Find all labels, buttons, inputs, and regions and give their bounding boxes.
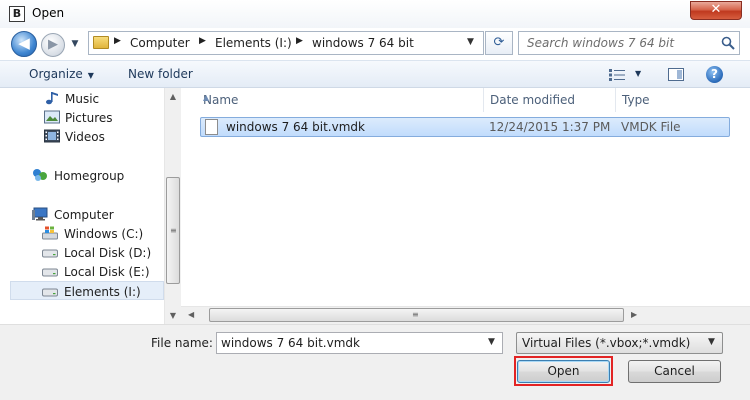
homegroup-icon	[33, 169, 47, 181]
pictures-icon	[44, 110, 60, 124]
sidebar-item-label: Local Disk (E:)	[64, 265, 150, 279]
sidebar-item-music[interactable]: Music	[0, 89, 164, 108]
search-input[interactable]: Search windows 7 64 bit	[518, 31, 740, 55]
file-type-cell: VMDK File	[621, 120, 681, 134]
chevron-down-icon: ▼	[87, 71, 94, 80]
videos-icon	[44, 129, 60, 143]
app-icon: B	[9, 6, 25, 22]
scroll-left-icon[interactable]: ◀	[188, 310, 194, 319]
file-date-cell: 12/24/2015 1:37 PM	[489, 120, 611, 134]
drive-icon	[42, 249, 58, 258]
sidebar-item-elements-i[interactable]: Elements (I:)	[10, 281, 164, 300]
search-placeholder: Search windows 7 64 bit	[527, 36, 675, 50]
sidebar-item-label: Videos	[65, 130, 105, 144]
close-button[interactable]: ✕	[690, 1, 742, 20]
recent-locations-dropdown[interactable]: ▼	[69, 38, 81, 50]
refresh-button[interactable]: ⟳	[485, 31, 513, 55]
table-row[interactable]: windows 7 64 bit.vmdk 12/24/2015 1:37 PM…	[200, 117, 730, 137]
scroll-thumb[interactable]: ≡	[166, 177, 180, 284]
sidebar-item-computer[interactable]: Computer	[0, 205, 164, 224]
column-header-type[interactable]: Type	[616, 88, 736, 112]
drive-icon	[42, 268, 58, 277]
file-name-label: File name:	[151, 336, 213, 350]
column-header-label: Date modified	[490, 93, 576, 107]
file-name-dropdown-icon[interactable]: ▼	[488, 337, 495, 347]
forward-button[interactable]: ▶	[41, 33, 65, 57]
organize-button[interactable]: Organize ▼	[29, 67, 94, 81]
open-dialog: B Open ✕ ◀ ▶ ▼ ▶ Computer ▶ Elements (I:…	[0, 0, 750, 400]
file-name-input[interactable]	[216, 332, 503, 354]
breadcrumb-elements[interactable]: Elements (I:)	[215, 36, 292, 50]
cancel-button[interactable]: Cancel	[628, 360, 721, 383]
scroll-thumb[interactable]: ≡	[209, 308, 624, 322]
preview-pane-icon[interactable]	[668, 68, 684, 81]
sort-ascending-icon: ▲	[203, 93, 210, 102]
music-icon	[46, 92, 58, 105]
sidebar-item-label: Pictures	[65, 111, 113, 125]
file-type-filter[interactable]: Virtual Files (*.vbox;*.vmdk) ▼	[516, 332, 723, 354]
highlight-annotation	[514, 356, 613, 386]
window-title: Open	[32, 6, 65, 20]
sidebar-item-videos[interactable]: Videos	[0, 127, 164, 146]
column-header-label: Type	[622, 93, 650, 107]
sidebar-item-label: Local Disk (D:)	[64, 246, 152, 260]
grip-icon: ≡	[412, 310, 419, 319]
view-dropdown-icon[interactable]: ▼	[635, 69, 641, 78]
breadcrumb-separator[interactable]: ▶	[114, 36, 121, 46]
help-icon[interactable]: ?	[706, 66, 723, 83]
folder-icon	[93, 36, 109, 49]
scroll-down-icon[interactable]: ▼	[165, 307, 181, 324]
breadcrumb-current-folder[interactable]: windows 7 64 bit	[312, 36, 414, 50]
organize-label: Organize	[29, 67, 83, 81]
column-header-name[interactable]: Name ▲	[197, 88, 484, 112]
scroll-up-icon[interactable]: ▲	[165, 88, 181, 105]
scroll-right-icon[interactable]: ▶	[631, 310, 637, 319]
address-bar[interactable]: ▶ Computer ▶ Elements (I:) ▶ windows 7 6…	[88, 31, 484, 55]
address-dropdown-icon[interactable]: ▼	[467, 37, 474, 47]
view-options-icon[interactable]	[609, 69, 625, 81]
sidebar-item-homegroup[interactable]: Homegroup	[0, 166, 164, 185]
grip-icon: ≡	[170, 226, 177, 235]
windows-drive-icon	[42, 226, 58, 240]
file-type-filter-value: Virtual Files (*.vbox;*.vmdk)	[522, 336, 691, 350]
navigation-pane: Music Pictures Videos Homegroup Computer…	[0, 88, 180, 324]
file-icon	[205, 119, 218, 135]
sidebar-item-label: Music	[65, 92, 100, 106]
search-icon[interactable]	[721, 36, 735, 50]
column-header-date-modified[interactable]: Date modified	[484, 88, 616, 112]
computer-icon	[32, 207, 48, 221]
file-list-scrollbar[interactable]: ◀ ≡ ▶	[181, 306, 750, 324]
sidebar-item-windows-c[interactable]: Windows (C:)	[0, 224, 164, 243]
chevron-down-icon: ▼	[708, 337, 715, 347]
sidebar-item-label: Computer	[54, 208, 114, 222]
breadcrumb-separator[interactable]: ▶	[296, 36, 303, 46]
navigation-bar: ◀ ▶ ▼ ▶ Computer ▶ Elements (I:) ▶ windo…	[0, 28, 750, 60]
sidebar-item-pictures[interactable]: Pictures	[0, 108, 164, 127]
title-bar: B Open ✕	[0, 0, 750, 28]
new-folder-button[interactable]: New folder	[128, 67, 193, 81]
file-name-cell: windows 7 64 bit.vmdk	[226, 120, 365, 134]
sidebar-item-label: Homegroup	[54, 169, 125, 183]
navigation-pane-scrollbar[interactable]: ▲ ≡ ▼	[164, 88, 181, 324]
sidebar-item-label: Elements (I:)	[64, 285, 141, 299]
sidebar-item-label: Windows (C:)	[64, 227, 144, 241]
sidebar-item-local-disk-e[interactable]: Local Disk (E:)	[0, 262, 164, 281]
file-list: Name ▲ Date modified Type windows 7 64 b…	[181, 88, 750, 306]
dialog-footer: File name: ▼ Virtual Files (*.vbox;*.vmd…	[0, 324, 750, 400]
back-button[interactable]: ◀	[11, 31, 37, 57]
drive-icon	[42, 288, 58, 297]
command-bar: Organize ▼ New folder ▼ ?	[0, 60, 750, 88]
breadcrumb-computer[interactable]: Computer	[130, 36, 190, 50]
breadcrumb-separator[interactable]: ▶	[199, 36, 206, 46]
sidebar-item-local-disk-d[interactable]: Local Disk (D:)	[0, 243, 164, 262]
